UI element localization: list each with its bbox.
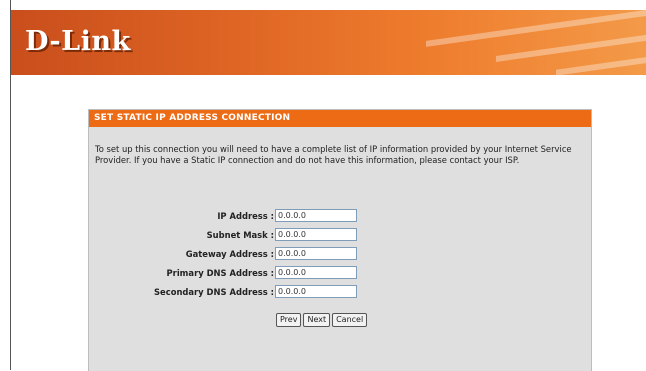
brand-header: D-Link: [11, 10, 646, 75]
subnet-mask-input[interactable]: [275, 228, 357, 241]
primary-dns-row: Primary DNS Address :: [89, 264, 591, 283]
header-decoration: [496, 32, 646, 62]
secondary-dns-label: Secondary DNS Address :: [154, 287, 274, 297]
primary-dns-input[interactable]: [275, 266, 357, 279]
gateway-address-input[interactable]: [275, 247, 357, 260]
secondary-dns-row: Secondary DNS Address :: [89, 283, 591, 302]
subnet-mask-label: Subnet Mask :: [206, 230, 274, 240]
intro-text: To set up this connection you will need …: [95, 144, 572, 165]
ip-address-input[interactable]: [275, 209, 357, 222]
secondary-dns-input[interactable]: [275, 285, 357, 298]
ip-address-row: IP Address :: [89, 207, 591, 226]
primary-dns-label: Primary DNS Address :: [166, 268, 274, 278]
header-decoration: [556, 54, 646, 75]
panel-title: SET STATIC IP ADDRESS CONNECTION: [89, 110, 591, 127]
static-ip-panel: SET STATIC IP ADDRESS CONNECTION To set …: [88, 109, 592, 371]
dlink-logo: D-Link: [25, 26, 131, 57]
static-ip-form: IP Address : Subnet Mask : Gateway Addre…: [89, 207, 591, 302]
ip-address-label: IP Address :: [217, 211, 274, 221]
prev-button[interactable]: Prev: [276, 312, 302, 327]
wizard-buttons: Prev Next Cancel: [276, 307, 369, 327]
next-button[interactable]: Next: [303, 312, 331, 327]
gateway-address-label: Gateway Address :: [185, 249, 274, 259]
cancel-button[interactable]: Cancel: [332, 312, 368, 327]
subnet-mask-row: Subnet Mask :: [89, 226, 591, 245]
gateway-address-row: Gateway Address :: [89, 245, 591, 264]
